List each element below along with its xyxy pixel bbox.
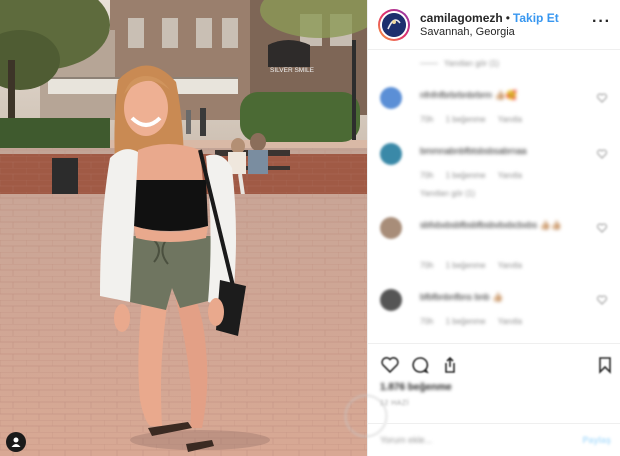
comment-likes[interactable]: 1 beğenme	[446, 115, 486, 124]
commenter-avatar[interactable]	[380, 217, 402, 239]
comment-meta: 70h 1 beğenme Yanıtla	[420, 261, 532, 270]
profile-avatar[interactable]	[378, 9, 410, 41]
comment-text: sbfxbxbsbfbsbfbsbvbxbcbxbs 👍🏼👍🏼	[420, 220, 562, 230]
comment-time: 70h	[420, 115, 434, 124]
storefront-sign: SILVER SMILE	[270, 67, 315, 74]
comments-list: Yanıtları gör (1) nfnfnfbrbrbnbrbrm 👍🏼🥰 …	[368, 51, 620, 343]
bookmark-icon[interactable]	[595, 355, 615, 375]
heart-icon[interactable]	[597, 149, 607, 159]
more-horizontal-icon[interactable]: ···	[592, 14, 611, 30]
comment-likes[interactable]: 1 beğenme	[446, 261, 486, 270]
heart-icon[interactable]	[597, 223, 607, 233]
follow-button[interactable]: Takip Et	[513, 11, 559, 25]
post-header: camilagomezh • Takip Et Savannah, Georgia …	[368, 0, 620, 50]
username-link[interactable]: camilagomezh	[420, 11, 503, 25]
comment-meta: 70h 1 beğenme Yanıtla	[420, 115, 532, 124]
comment-time: 70h	[420, 317, 434, 326]
post-actions: 1.876 beğenme 12 HAZİ Yorum ekle... Payl…	[344, 343, 620, 456]
comment-text: bmmnabnbfbtsbsbsabrnaa	[420, 146, 527, 156]
separator-dot: •	[505, 11, 510, 25]
commenter-avatar[interactable]	[380, 143, 402, 165]
heart-icon[interactable]	[597, 295, 607, 305]
like-heart-icon[interactable]	[380, 355, 400, 375]
commenter-avatar[interactable]	[380, 87, 402, 109]
comment-input[interactable]: Yorum ekle...	[380, 435, 432, 445]
comment-text: nfnfnfbrbrbnbrbrm 👍🏼🥰	[420, 90, 517, 100]
post-comment-button[interactable]: Paylaş	[582, 435, 611, 445]
comment-meta: 70h 1 beğenme Yanıtla	[420, 171, 532, 180]
view-replies-link[interactable]: Yanıtları gör (1)	[420, 189, 475, 198]
likes-count[interactable]: 1.876 beğenme	[380, 382, 452, 393]
add-comment-bar: Yorum ekle... Paylaş	[368, 423, 620, 456]
view-replies-link[interactable]: Yanıtları gör (1)	[420, 59, 499, 68]
photo-scene: SILVER SMILE	[0, 0, 367, 456]
comment-text: bfbfbnbnfbns bnb 👍🏼	[420, 292, 504, 302]
share-icon[interactable]	[440, 355, 460, 375]
comment-time: 70h	[420, 261, 434, 270]
commenter-avatar[interactable]	[380, 289, 402, 311]
post-photo[interactable]: SILVER SMILE	[0, 0, 367, 456]
location-link[interactable]: Savannah, Georgia	[420, 26, 515, 38]
reply-button[interactable]: Yanıtla	[498, 115, 522, 124]
comment-icon[interactable]	[410, 355, 430, 375]
comment-likes[interactable]: 1 beğenme	[446, 171, 486, 180]
user-tag-icon[interactable]	[6, 432, 26, 452]
comment-time: 70h	[420, 171, 434, 180]
reply-button[interactable]: Yanıtla	[498, 171, 522, 180]
reply-button[interactable]: Yanıtla	[498, 261, 522, 270]
post-author: camilagomezh • Takip Et	[420, 11, 559, 25]
reply-button[interactable]: Yanıtla	[498, 317, 522, 326]
post-side-panel: camilagomezh • Takip Et Savannah, Georgia …	[344, 0, 620, 456]
comment-meta: 70h 1 beğenme Yanıtla	[420, 317, 532, 326]
heart-icon[interactable]	[597, 93, 607, 103]
comment-likes[interactable]: 1 beğenme	[446, 317, 486, 326]
